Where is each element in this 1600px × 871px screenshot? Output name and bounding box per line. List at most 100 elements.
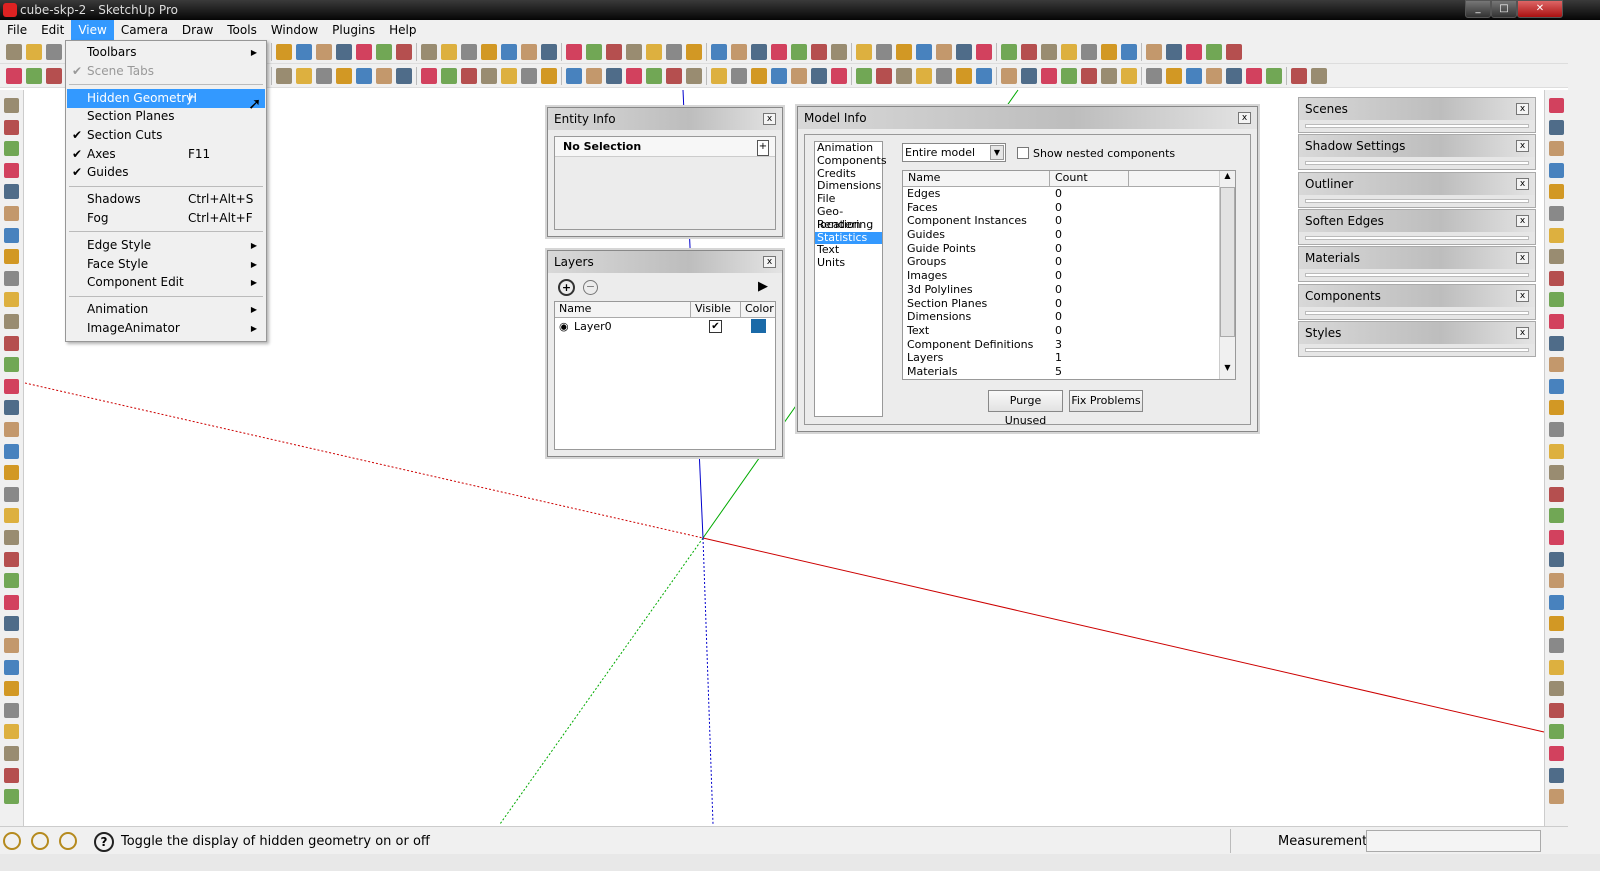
credits-icon[interactable]: [31, 832, 49, 850]
toolbar-tool-icon[interactable]: [606, 67, 622, 84]
toolbar-tool-icon[interactable]: [1001, 43, 1017, 60]
toolbar-tool-icon[interactable]: [1041, 67, 1057, 84]
geo-location-icon[interactable]: [3, 832, 21, 850]
toolbar-tool-icon[interactable]: [1549, 249, 1564, 265]
menu-window[interactable]: Window: [264, 20, 325, 40]
toolbar-tool-icon[interactable]: [4, 249, 19, 265]
tray-panel-title[interactable]: Soften Edges: [1305, 214, 1384, 228]
toolbar-tool-icon[interactable]: [1549, 767, 1564, 783]
toolbar-tool-icon[interactable]: [1101, 43, 1117, 60]
toolbar-tool-icon[interactable]: [956, 43, 972, 60]
tray-panel-title[interactable]: Styles: [1305, 326, 1341, 340]
toolbar-tool-icon[interactable]: [1166, 67, 1182, 84]
toolbar-tool-icon[interactable]: [296, 43, 312, 60]
toolbar-tool-icon[interactable]: [1206, 67, 1222, 84]
toolbar-tool-icon[interactable]: [4, 702, 19, 718]
toolbar-tool-icon[interactable]: [396, 43, 412, 60]
toolbar-tool-icon[interactable]: [4, 184, 19, 200]
toolbar-tool-icon[interactable]: [936, 43, 952, 60]
toolbar-tool-icon[interactable]: [916, 67, 932, 84]
chevron-down-icon[interactable]: ▼: [990, 145, 1004, 160]
toolbar-tool-icon[interactable]: [771, 43, 787, 60]
menu-item-section-planes[interactable]: Section Planes: [67, 107, 265, 126]
expand-details-icon[interactable]: +: [757, 140, 769, 156]
toolbar-tool-icon[interactable]: [686, 67, 702, 84]
toolbar-tool-icon[interactable]: [1021, 43, 1037, 60]
toolbar-tool-icon[interactable]: [1549, 681, 1564, 697]
toolbar-tool-icon[interactable]: [1311, 67, 1327, 84]
toolbar-tool-icon[interactable]: [1121, 43, 1137, 60]
toolbar-tool-icon[interactable]: [4, 422, 19, 437]
toolbar-tool-icon[interactable]: [481, 67, 497, 84]
menu-edit[interactable]: Edit: [34, 20, 71, 40]
toolbar-tool-icon[interactable]: [646, 43, 662, 60]
toolbar-tool-icon[interactable]: [4, 486, 19, 502]
toolbar-tool-icon[interactable]: [1549, 616, 1564, 632]
toolbar-tool-icon[interactable]: [791, 43, 807, 60]
close-icon[interactable]: x: [763, 113, 776, 125]
close-icon[interactable]: x: [1516, 252, 1529, 265]
toolbar-tool-icon[interactable]: [4, 292, 19, 308]
toolbar-tool-icon[interactable]: [4, 314, 19, 329]
help-icon[interactable]: ?: [94, 832, 114, 852]
toolbar-tool-icon[interactable]: [26, 43, 42, 60]
toolbar-tool-icon[interactable]: [976, 67, 992, 84]
toolbar-tool-icon[interactable]: [4, 206, 19, 221]
user-icon[interactable]: [59, 832, 77, 850]
toolbar-tool-icon[interactable]: [4, 119, 19, 135]
toolbar-tool-icon[interactable]: [1549, 141, 1564, 157]
measurements-input[interactable]: [1366, 830, 1541, 852]
close-icon[interactable]: x: [1516, 177, 1529, 190]
close-icon[interactable]: x: [1516, 289, 1529, 302]
toolbar-tool-icon[interactable]: [521, 67, 537, 84]
toolbar-tool-icon[interactable]: [461, 67, 477, 84]
toolbar-tool-icon[interactable]: [751, 43, 767, 60]
toolbar-tool-icon[interactable]: [336, 67, 352, 84]
nav-item-geo-location[interactable]: Geo-location: [815, 205, 882, 230]
toolbar-tool-icon[interactable]: [1549, 292, 1564, 308]
toolbar-tool-icon[interactable]: [1549, 638, 1564, 653]
toolbar-tool-icon[interactable]: [1246, 67, 1262, 84]
toolbar-tool-icon[interactable]: [791, 67, 807, 84]
panel-resize-bar[interactable]: [1305, 347, 1529, 352]
toolbar-tool-icon[interactable]: [4, 530, 19, 545]
layer-color-swatch[interactable]: [751, 319, 766, 333]
column-header-color[interactable]: Color: [741, 302, 774, 317]
tray-panel-title[interactable]: Materials: [1305, 251, 1360, 265]
toolbar-tool-icon[interactable]: [501, 43, 517, 60]
toolbar-tool-icon[interactable]: [586, 43, 602, 60]
tray-panel-components[interactable]: Components x: [1298, 283, 1536, 320]
menu-item-face-style[interactable]: Face Style ▶: [67, 255, 265, 274]
toolbar-tool-icon[interactable]: [356, 43, 372, 60]
toolbar-tool-icon[interactable]: [4, 227, 19, 243]
toolbar-tool-icon[interactable]: [1549, 508, 1564, 524]
show-nested-checkbox[interactable]: [1017, 147, 1029, 159]
toolbar-tool-icon[interactable]: [4, 335, 19, 351]
toolbar-tool-icon[interactable]: [4, 594, 19, 610]
tray-panel-title[interactable]: Outliner: [1305, 177, 1353, 191]
menu-item-imageanimator[interactable]: ImageAnimator ▶: [67, 319, 265, 338]
toolbar-tool-icon[interactable]: [4, 400, 19, 416]
toolbar-tool-icon[interactable]: [441, 43, 457, 60]
toolbar-tool-icon[interactable]: [4, 508, 19, 524]
toolbar-tool-icon[interactable]: [1549, 594, 1564, 610]
close-icon[interactable]: x: [1516, 214, 1529, 227]
panel-resize-bar[interactable]: [1305, 310, 1529, 315]
toolbar-tool-icon[interactable]: [1121, 67, 1137, 84]
toolbar-tool-icon[interactable]: [1549, 206, 1564, 221]
toolbar-tool-icon[interactable]: [1549, 400, 1564, 416]
toolbar-tool-icon[interactable]: [896, 67, 912, 84]
toolbar-tool-icon[interactable]: [1549, 98, 1564, 113]
scroll-thumb[interactable]: [1220, 187, 1235, 337]
toolbar-tool-icon[interactable]: [771, 67, 787, 84]
toolbar-tool-icon[interactable]: [1549, 335, 1564, 351]
toolbar-tool-icon[interactable]: [4, 573, 19, 589]
toolbar-tool-icon[interactable]: [501, 67, 517, 84]
toolbar-tool-icon[interactable]: [856, 67, 872, 84]
toolbar-tool-icon[interactable]: [396, 67, 412, 84]
toolbar-tool-icon[interactable]: [276, 43, 292, 60]
toolbar-tool-icon[interactable]: [1101, 67, 1117, 84]
toolbar-tool-icon[interactable]: [831, 67, 847, 84]
toolbar-tool-icon[interactable]: [566, 43, 582, 60]
toolbar-tool-icon[interactable]: [521, 43, 537, 60]
